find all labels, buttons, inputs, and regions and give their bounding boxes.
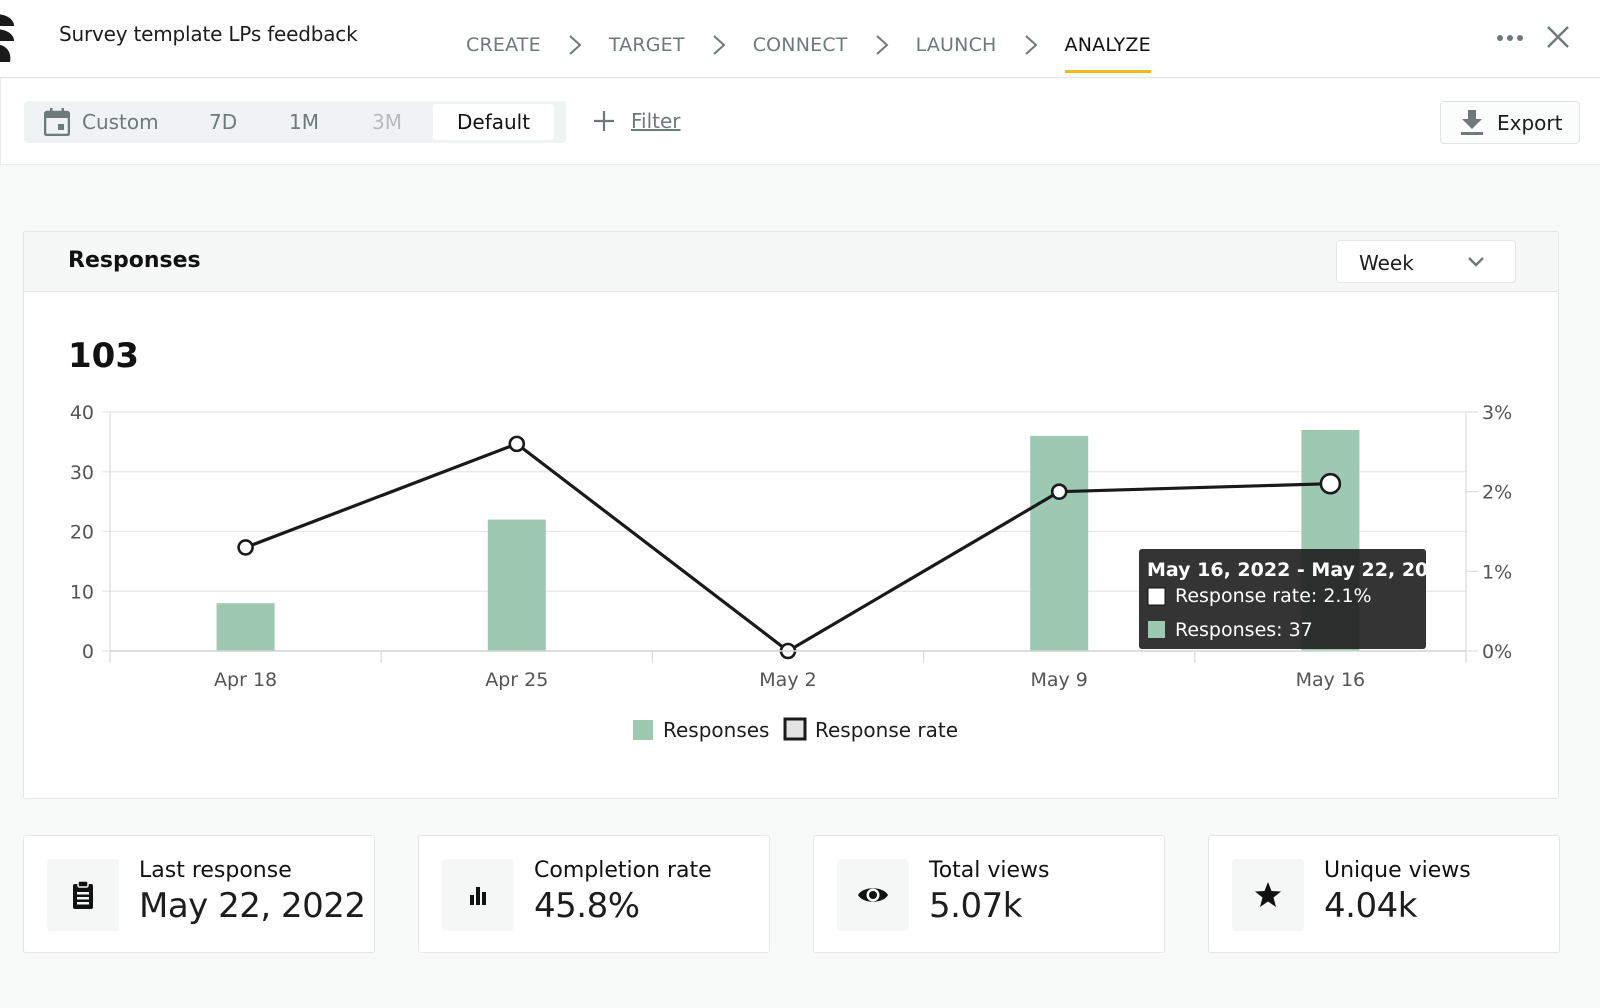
brand-logo-icon [0, 14, 14, 62]
date-range-group: Custom 7D 1M 3M Default [24, 101, 566, 143]
add-filter-button[interactable]: Filter [593, 109, 681, 133]
range-1m[interactable]: 1M [289, 104, 319, 140]
tooltip-responses-line: Responses: 37 [1175, 619, 1313, 641]
plus-icon [594, 111, 614, 131]
x-tick-label: Apr 25 [485, 669, 548, 691]
bar-responses [1030, 435, 1089, 651]
top-header: Survey template LPs feedback CREATE TARG… [0, 0, 1600, 78]
y-left-tick-label: 30 [70, 462, 94, 484]
stat-label: Last response [139, 858, 292, 883]
more-dot [1507, 35, 1513, 41]
eye-icon [858, 888, 888, 902]
y-left-tick-label: 40 [70, 402, 94, 424]
point-response-rate [508, 435, 526, 453]
range-default[interactable]: Default [433, 104, 555, 140]
point-response-rate [237, 539, 254, 556]
stat-label: Completion rate [534, 858, 712, 883]
y-left-tick-label: 10 [70, 581, 94, 603]
legend-label-responses[interactable]: Responses [663, 718, 769, 742]
more-dot [1517, 35, 1523, 41]
responses-card: Responses Week 103 0 10 20 30 40 0% 1% 2% 3% Apr … [23, 231, 1559, 799]
stat-icon-box [442, 859, 514, 931]
range-7d[interactable]: 7D [209, 104, 237, 140]
stat-last-response: Last response May 22, 2022 [23, 835, 375, 953]
star-icon [1255, 882, 1281, 907]
chevron-right-icon [875, 34, 889, 55]
tooltip-rate-line: Response rate: 2.1% [1175, 585, 1372, 607]
y-right-tick-label: 3% [1482, 402, 1512, 424]
close-icon[interactable] [1545, 24, 1571, 50]
y-right-tick-label: 2% [1482, 482, 1512, 504]
more-options-button[interactable] [1497, 28, 1529, 48]
clipboard-icon [73, 880, 93, 909]
legend-swatch-responses [633, 720, 653, 740]
point-response-rate [1319, 472, 1342, 495]
more-horizontal-icon [1497, 35, 1503, 41]
export-button[interactable]: Export [1440, 101, 1580, 144]
step-analyze[interactable]: ANALYZE [1064, 34, 1151, 73]
stat-label: Total views [929, 858, 1050, 883]
y-right-tick-label: 0% [1482, 641, 1512, 663]
legend: Responses Response rate [633, 717, 958, 742]
point-response-rate [1050, 483, 1068, 500]
range-3m[interactable]: 3M [372, 104, 402, 140]
bar-chart-icon [470, 887, 486, 905]
x-tick-label: May 2 [759, 669, 816, 691]
export-label: Export [1497, 110, 1563, 135]
calendar-icon [44, 108, 70, 136]
step-launch[interactable]: LAUNCH [916, 34, 997, 73]
stat-completion-rate: Completion rate 45.8% [418, 835, 770, 953]
chevron-right-icon [713, 34, 726, 55]
survey-title: Survey template LPs feedback [59, 22, 358, 46]
range-custom[interactable]: Custom [44, 104, 159, 140]
stat-value: 5.07k [929, 886, 1022, 926]
chevron-right-icon [569, 34, 582, 55]
stat-value: 4.04k [1324, 886, 1417, 926]
legend-swatch-rate [783, 717, 807, 741]
filter-link[interactable]: Filter [631, 109, 681, 133]
step-target[interactable]: TARGET [609, 34, 685, 73]
stat-total-views: Total views 5.07k [813, 835, 1165, 953]
stat-icon-box [47, 859, 119, 931]
tooltip-responses-swatch [1148, 621, 1165, 638]
download-icon [1461, 109, 1483, 135]
chevron-right-icon [1024, 34, 1038, 55]
step-connect[interactable]: CONNECT [753, 34, 848, 73]
filter-bar: Custom 7D 1M 3M Default Filter Export [0, 79, 1600, 165]
step-create[interactable]: CREATE [466, 34, 541, 73]
stat-icon-box [1232, 859, 1304, 931]
stat-label: Unique views [1324, 858, 1471, 883]
tooltip-rate-swatch [1147, 587, 1166, 606]
y-left-tick-label: 0 [82, 641, 94, 663]
legend-label-rate[interactable]: Response rate [815, 718, 958, 742]
x-tick-label: Apr 18 [214, 669, 277, 691]
tooltip-title: May 16, 2022 - May 22, 2022 [1147, 559, 1455, 581]
bar-responses [216, 603, 275, 651]
y-left-tick-label: 20 [70, 522, 94, 544]
bar-responses [487, 519, 546, 651]
stat-value: 45.8% [534, 886, 640, 926]
responses-chart: 0 10 20 30 40 0% 1% 2% 3% Apr 18 Apr 25 May 2 May 9 M… [70, 402, 1512, 742]
range-custom-label: Custom [82, 110, 159, 134]
x-tick-label: May 16 [1296, 669, 1366, 691]
wizard-steps: CREATE TARGET CONNECT LAUNCH ANALYZE [466, 20, 1151, 73]
stat-value: May 22, 2022 [139, 886, 366, 926]
stat-icon-box [837, 859, 909, 931]
chart-tooltip: May 16, 2022 - May 22, 2022 Response rat… [1139, 549, 1455, 649]
stat-unique-views: Unique views 4.04k [1208, 835, 1560, 953]
x-tick-label: May 9 [1030, 669, 1087, 691]
y-right-tick-label: 1% [1482, 561, 1512, 583]
